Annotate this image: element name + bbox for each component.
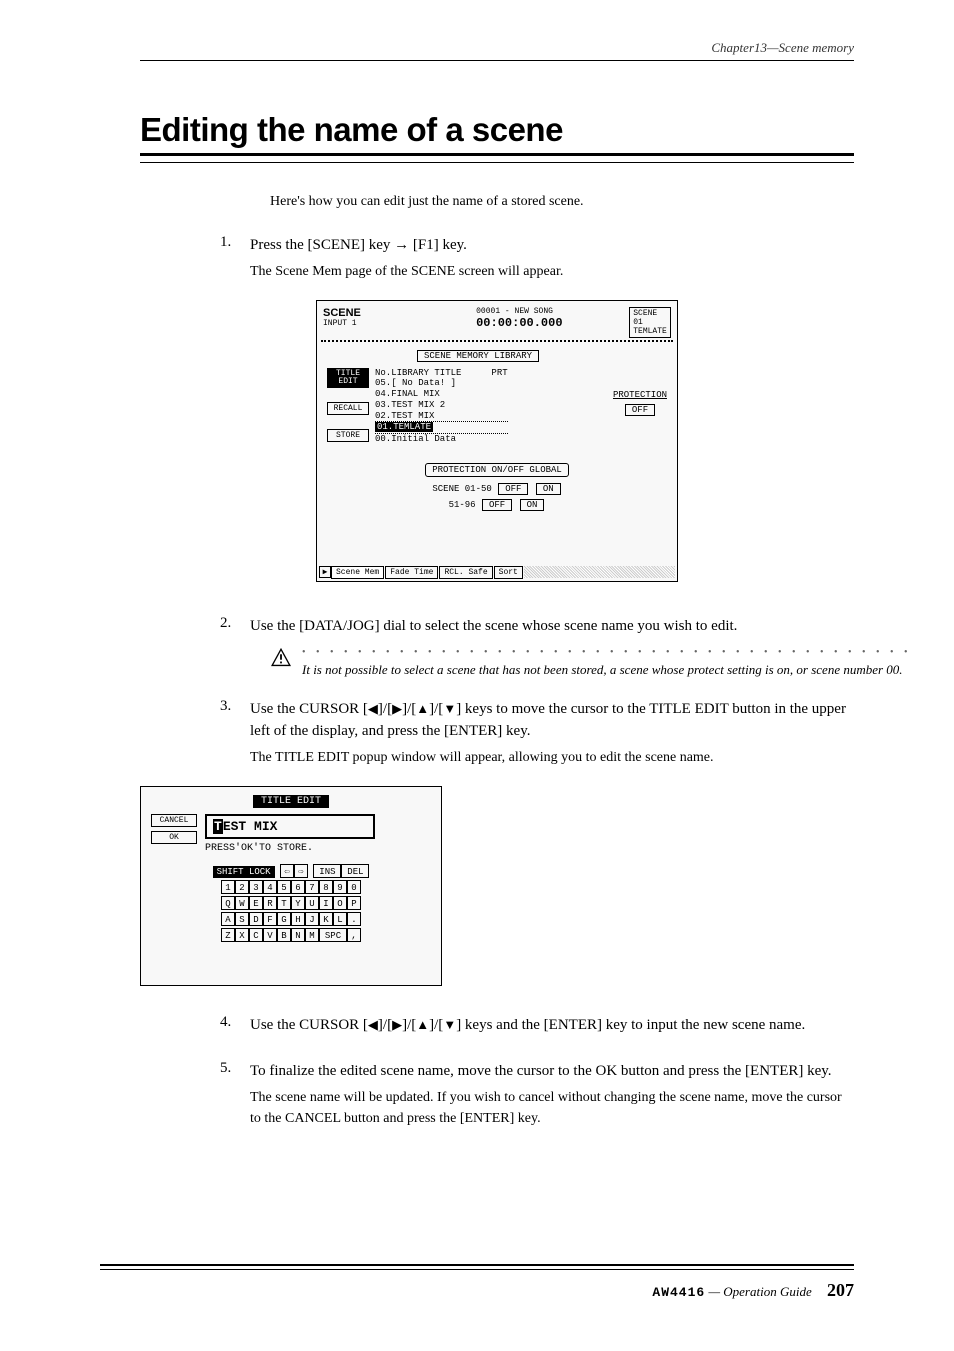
te-title: TITLE EDIT [253,795,329,808]
figure-scene-screen: SCENE INPUT 1 00001 - NEW SONG 00:00:00.… [140,300,854,587]
arrow-left-icon: ◀ [368,701,378,716]
page-header: Chapter13—Scene memory [140,40,854,56]
te-key-ins: INS [313,864,341,878]
warning-icon [270,647,292,667]
intro-text: Here's how you can edit just the name of… [270,191,854,212]
te-cancel-btn: CANCEL [151,814,197,827]
te-row-zxcv: ZXCVBNMSPC, [151,928,431,942]
te-shift-lock: SHIFT LOCK [213,866,275,878]
footer-guide: — Operation Guide [705,1284,812,1299]
scr-tab-sort: Sort [494,566,523,579]
scr-song-info: 00001 - NEW SONG [476,307,629,316]
arrow-down-icon: ▼ [443,701,456,716]
scr-scene-name: TEMLATE [633,327,667,336]
arrow-down-icon: ▼ [443,1017,456,1032]
step-3-head: Use the CURSOR [◀]/[▶]/[▲]/[▼] keys to m… [250,698,854,743]
te-ok-btn: OK [151,831,197,844]
scr-list-header: No.LIBRARY TITLE [375,368,461,379]
caution-dots: • • • • • • • • • • • • • • • • • • • • … [302,647,912,658]
footer-page-number: 207 [827,1280,854,1300]
arrow-right-icon: ▶ [392,1017,402,1032]
arrow-up-icon: ▲ [416,1017,429,1032]
caution-text: It is not possible to select a scene tha… [302,660,912,680]
title-edit-popup-image: TITLE EDIT CANCEL OK TEST MIX PRESS'OK'T… [140,786,442,986]
arrow-left-icon: ◀ [368,1017,378,1032]
scr-protection-off: OFF [625,404,655,416]
scr-tab-fadetime: Fade Time [385,566,438,579]
step-3-body: The TITLE EDIT popup window will appear,… [250,747,854,768]
te-input-field: TEST MIX [205,814,375,839]
step-2-number: 2. [220,615,250,642]
step-2-head: Use the [DATA/JOG] dial to select the sc… [250,615,854,638]
step-1: 1. Press the [SCENE] key → [F1] key. The… [220,234,854,282]
footer-rule-1 [100,1264,854,1266]
te-input-text: EST MIX [223,819,278,834]
scr-item-2: 02.TEST MIX [375,411,508,423]
figure-title-edit-popup: TITLE EDIT CANCEL OK TEST MIX PRESS'OK'T… [140,786,854,986]
step-1-body: The Scene Mem page of the SCENE screen w… [250,261,854,282]
step-5-head: To finalize the edited scene name, move … [250,1060,854,1083]
scr-r2-on: ON [520,499,545,511]
scr-range-2: 51-96 [449,500,476,510]
step-3: 3. Use the CURSOR [◀]/[▶]/[▲]/[▼] keys t… [220,698,854,768]
te-cursor-char: T [213,819,223,834]
scr-range-1: SCENE 01-50 [432,484,491,494]
scr-input-label: INPUT 1 [323,319,476,328]
step-5-body: The scene name will be updated. If you w… [250,1087,854,1129]
scr-r1-on: ON [536,483,561,495]
scr-item-0: 00.Initial Data [375,433,508,445]
header-rule [140,60,854,61]
te-key-left: ⇦ [280,864,294,878]
scr-scene-num: SCENE 01 [633,309,667,327]
scr-item-5: 05.[ No Data! ] [375,378,508,389]
page-title: Editing the name of a scene [140,111,854,156]
step-4-number: 4. [220,1014,250,1041]
te-key-right: ⇨ [294,864,308,878]
step-2: 2. Use the [DATA/JOG] dial to select the… [220,615,854,642]
te-key-del: DEL [341,864,369,878]
te-row-asdf: ASDFGHJKL. [151,912,431,926]
scr-item-4: 04.FINAL MIX [375,389,508,400]
scr-btn-store: STORE [327,429,369,442]
scr-item-1-selected: 01.TEMLATE [375,422,433,432]
te-key-spc: SPC [319,928,347,942]
te-hint: PRESS'OK'TO STORE. [205,843,375,854]
scr-library-title: SCENE MEMORY LIBRARY [417,350,539,362]
caution-note: • • • • • • • • • • • • • • • • • • • • … [270,647,854,680]
scr-r1-off: OFF [498,483,528,495]
scr-r2-off: OFF [482,499,512,511]
scr-item-3: 03.TEST MIX 2 [375,400,508,411]
step-1-number: 1. [220,234,250,282]
scr-btn-title-edit: TITLEEDIT [327,368,369,388]
footer-rule-2 [100,1269,854,1270]
te-row-numbers: 1234567890 [151,880,431,894]
step-4: 4. Use the CURSOR [◀]/[▶]/[▲]/[▼] keys a… [220,1014,854,1041]
arrow-right-icon: ▶ [392,701,402,716]
scr-prot-global-title: PROTECTION ON/OFF GLOBAL [425,463,569,477]
step-4-head: Use the CURSOR [◀]/[▶]/[▲]/[▼] keys and … [250,1014,854,1037]
step-3-number: 3. [220,698,250,768]
scr-scene-label: SCENE [323,307,476,319]
scr-tab-rclsafe: RCL. Safe [439,566,492,579]
footer-model: AW4416 [652,1285,705,1300]
step-5-number: 5. [220,1060,250,1129]
scr-tab-scenemem: Scene Mem [331,566,384,579]
scr-btn-recall: RECALL [327,402,369,415]
scr-time: 00:00:00.000 [476,316,629,330]
te-row-qwerty: QWERTYUIOP [151,896,431,910]
title-underline [140,162,854,163]
scr-prt-header: PRT [491,368,507,379]
step-5: 5. To finalize the edited scene name, mo… [220,1060,854,1129]
scr-protection-label: PROTECTION [613,390,667,400]
arrow-up-icon: ▲ [416,701,429,716]
step-1-head: Press the [SCENE] key → [F1] key. [250,234,854,257]
page-footer: AW4416 — Operation Guide 207 [100,1264,854,1301]
te-keyboard: SHIFT LOCK ⇦⇨ INSDEL 1234567890 QWERTYUI… [151,864,431,942]
scene-screen-image: SCENE INPUT 1 00001 - NEW SONG 00:00:00.… [316,300,678,582]
